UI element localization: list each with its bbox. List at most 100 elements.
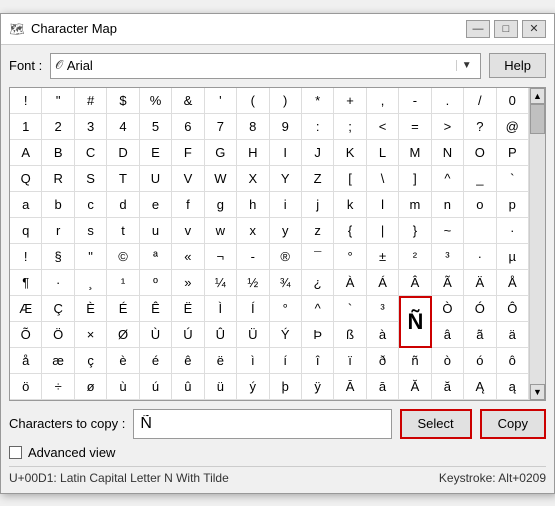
char-cell[interactable]: Â (399, 270, 431, 296)
char-cell[interactable]: % (140, 88, 172, 114)
char-cell[interactable]: ì (237, 348, 269, 374)
char-cell[interactable]: 5 (140, 114, 172, 140)
char-cell[interactable]: é (140, 348, 172, 374)
char-cell[interactable]: · (42, 270, 74, 296)
char-cell[interactable]: s (75, 218, 107, 244)
char-cell[interactable]: 2 (42, 114, 74, 140)
char-cell[interactable]: ā (367, 374, 399, 400)
char-cell[interactable]: ê (172, 348, 204, 374)
char-cell[interactable]: Û (205, 322, 237, 348)
char-cell[interactable]: É (107, 296, 139, 322)
char-cell[interactable]: J (302, 140, 334, 166)
char-cell[interactable]: Q (10, 166, 42, 192)
char-cell[interactable]: ` (497, 166, 529, 192)
char-cell[interactable]: j (302, 192, 334, 218)
char-cell[interactable]: ë (205, 348, 237, 374)
scroll-down-button[interactable]: ▼ (530, 384, 545, 400)
char-cell[interactable]: ° (270, 296, 302, 322)
char-cell[interactable]: w (205, 218, 237, 244)
char-cell[interactable]: P (497, 140, 529, 166)
close-button[interactable]: ✕ (522, 20, 546, 38)
copy-button[interactable]: Copy (480, 409, 546, 439)
char-cell[interactable]: $ (107, 88, 139, 114)
char-cell[interactable]: > (432, 114, 464, 140)
char-cell[interactable]: þ (270, 374, 302, 400)
char-cell[interactable]: ; (334, 114, 366, 140)
char-cell[interactable]: Ò (432, 296, 464, 322)
char-cell[interactable]: « (172, 244, 204, 270)
char-cell[interactable]: ' (205, 88, 237, 114)
char-cell[interactable]: ± (367, 244, 399, 270)
char-cell[interactable]: / (464, 88, 496, 114)
char-cell[interactable]: ° (334, 244, 366, 270)
scrollbar[interactable]: ▲ ▼ (529, 88, 545, 400)
advanced-view-checkbox[interactable] (9, 446, 22, 459)
char-cell[interactable]: ö (10, 374, 42, 400)
char-cell[interactable]: Á (367, 270, 399, 296)
char-cell[interactable]: F (172, 140, 204, 166)
char-cell[interactable]: a (10, 192, 42, 218)
char-cell[interactable]: g (205, 192, 237, 218)
char-cell[interactable]: Å (497, 270, 529, 296)
char-cell[interactable]: . (432, 88, 464, 114)
char-cell[interactable]: È (75, 296, 107, 322)
char-cell[interactable]: " (42, 88, 74, 114)
char-cell[interactable]: Ý (270, 322, 302, 348)
char-cell[interactable]: K (334, 140, 366, 166)
char-cell[interactable]: 3 (75, 114, 107, 140)
char-cell[interactable]: ß (334, 322, 366, 348)
char-cell[interactable]: ³ (367, 296, 399, 322)
char-cell[interactable]: e (140, 192, 172, 218)
char-cell[interactable]: ú (140, 374, 172, 400)
char-cell[interactable]: · (464, 244, 496, 270)
char-cell[interactable]: Ë (172, 296, 204, 322)
char-cell[interactable]: 6 (172, 114, 204, 140)
char-cell[interactable]: | (367, 218, 399, 244)
scrollbar-track[interactable] (530, 104, 545, 384)
char-cell[interactable]: G (205, 140, 237, 166)
char-cell[interactable]: x (237, 218, 269, 244)
char-cell[interactable]: Z (302, 166, 334, 192)
char-cell[interactable]: Ă (399, 374, 431, 400)
char-cell[interactable]: q (10, 218, 42, 244)
char-cell[interactable]: l (367, 192, 399, 218)
char-cell[interactable]: ^ (432, 166, 464, 192)
char-cell[interactable]: S (75, 166, 107, 192)
char-cell[interactable]: N (432, 140, 464, 166)
char-cell[interactable]: Ā (334, 374, 366, 400)
char-cell[interactable]: ^ (302, 296, 334, 322)
char-cell[interactable]: 8 (237, 114, 269, 140)
char-cell[interactable]: © (107, 244, 139, 270)
char-cell[interactable]: b (42, 192, 74, 218)
char-cell[interactable]: û (172, 374, 204, 400)
scroll-up-button[interactable]: ▲ (530, 88, 545, 104)
char-cell[interactable]: " (75, 244, 107, 270)
char-cell[interactable]: = (399, 114, 431, 140)
char-cell[interactable]: ¼ (205, 270, 237, 296)
char-cell[interactable]: ª (140, 244, 172, 270)
select-button[interactable]: Select (400, 409, 472, 439)
char-cell[interactable]: O (464, 140, 496, 166)
char-cell[interactable]: h (237, 192, 269, 218)
char-cell[interactable]: D (107, 140, 139, 166)
char-cell[interactable]: 7 (205, 114, 237, 140)
char-cell[interactable]: # (75, 88, 107, 114)
char-cell[interactable]: d (107, 192, 139, 218)
char-cell[interactable]: ¾ (270, 270, 302, 296)
char-cell[interactable]: p (497, 192, 529, 218)
char-cell[interactable]: ` (334, 296, 366, 322)
char-cell[interactable]: ð (367, 348, 399, 374)
char-cell[interactable]: ø (75, 374, 107, 400)
char-cell[interactable]: y (270, 218, 302, 244)
char-cell[interactable]: ï (334, 348, 366, 374)
char-cell[interactable]: à (367, 322, 399, 348)
char-cell[interactable]: Ä (464, 270, 496, 296)
chars-to-copy-input[interactable] (133, 409, 391, 439)
char-cell[interactable]: ~ (432, 218, 464, 244)
char-cell[interactable]: V (172, 166, 204, 192)
char-cell[interactable]: ? (464, 114, 496, 140)
char-cell[interactable]: Æ (10, 296, 42, 322)
char-cell[interactable]: ù (107, 374, 139, 400)
char-cell[interactable]: 1 (10, 114, 42, 140)
char-cell[interactable]: ) (270, 88, 302, 114)
